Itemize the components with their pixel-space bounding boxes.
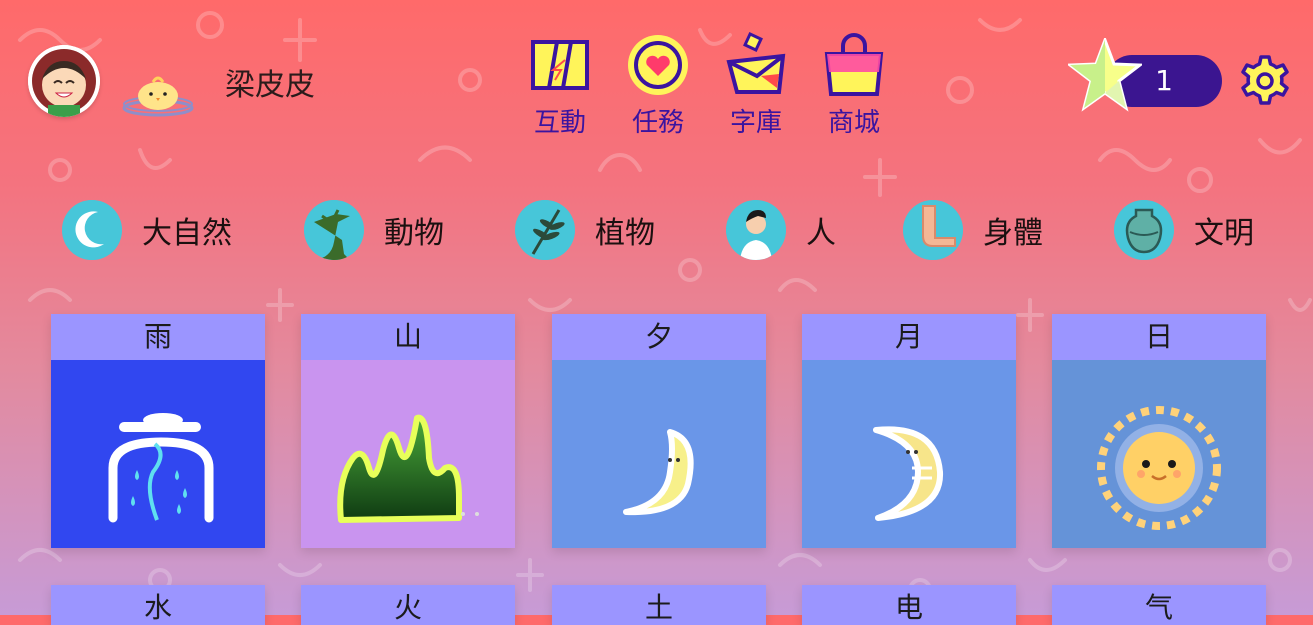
- nav-word-library-label: 字庫: [729, 108, 782, 138]
- card-character: 电: [802, 585, 1016, 625]
- word-card-earth[interactable]: 土: [552, 585, 766, 625]
- word-card-sun[interactable]: 日: [1052, 314, 1266, 548]
- word-card-air[interactable]: 气: [1052, 585, 1266, 625]
- word-card-dusk[interactable]: 夕: [552, 314, 766, 548]
- vase-icon: [1114, 200, 1174, 260]
- pet-chick-icon[interactable]: [120, 70, 196, 118]
- nav-task[interactable]: 任務: [618, 32, 698, 139]
- word-card-fire[interactable]: 火: [301, 585, 515, 625]
- settings-gear-button[interactable]: [1238, 54, 1292, 108]
- card-character: 水: [51, 585, 265, 625]
- card-character: 雨: [51, 314, 265, 360]
- category-civilization-label: 文明: [1194, 216, 1254, 251]
- nav-shop-label: 商城: [827, 108, 880, 138]
- category-people[interactable]: 人: [726, 200, 836, 260]
- category-body-label: 身體: [983, 216, 1043, 251]
- category-people-label: 人: [806, 216, 836, 251]
- card-character: 山: [301, 314, 515, 360]
- nav-shop[interactable]: 商城: [814, 32, 894, 139]
- interaction-icon: [531, 40, 589, 90]
- category-body[interactable]: 身體: [903, 200, 1043, 260]
- word-card-rain[interactable]: 雨: [51, 314, 265, 548]
- body-icon: [903, 200, 963, 260]
- plant-icon: [515, 200, 575, 260]
- nav-word-library[interactable]: 字庫: [716, 32, 796, 139]
- star-counter[interactable]: 1: [1068, 38, 1228, 112]
- star-icon: [1068, 38, 1142, 112]
- moon-icon: [62, 200, 122, 260]
- dinosaur-icon: [304, 200, 364, 260]
- category-plants-label: 植物: [595, 216, 655, 251]
- moon-icon: [873, 426, 944, 521]
- category-animals[interactable]: 動物: [304, 200, 444, 260]
- card-illustration: [51, 360, 265, 548]
- shop-icon: [824, 33, 884, 96]
- nav-interaction-label: 互動: [533, 108, 586, 138]
- nav-interaction[interactable]: 互動: [520, 32, 600, 139]
- card-character: 火: [301, 585, 515, 625]
- rain-icon: [108, 413, 214, 523]
- category-plants[interactable]: 植物: [515, 200, 655, 260]
- crescent-moon-icon: [623, 429, 694, 516]
- person-icon: [726, 200, 786, 260]
- card-character: 日: [1052, 314, 1266, 360]
- word-card-water[interactable]: 水: [51, 585, 265, 625]
- card-illustration: [1052, 360, 1266, 548]
- word-library-icon: [726, 32, 786, 94]
- sun-icon: [1097, 406, 1221, 530]
- mountain-icon: [337, 414, 479, 523]
- category-civilization[interactable]: 文明: [1114, 200, 1254, 260]
- user-avatar[interactable]: [28, 45, 100, 117]
- card-character: 气: [1052, 585, 1266, 625]
- card-illustration: [552, 360, 766, 548]
- username: 梁皮皮: [225, 68, 315, 103]
- category-animals-label: 動物: [384, 216, 444, 251]
- category-nature[interactable]: 大自然: [62, 200, 232, 260]
- word-card-moon[interactable]: 月: [802, 314, 1016, 548]
- card-illustration: [301, 360, 515, 548]
- gear-icon: [1241, 55, 1289, 105]
- category-nature-label: 大自然: [142, 216, 232, 251]
- word-card-electricity[interactable]: 电: [802, 585, 1016, 625]
- word-card-mountain[interactable]: 山: [301, 314, 515, 548]
- card-character: 土: [552, 585, 766, 625]
- card-character: 月: [802, 314, 1016, 360]
- card-character: 夕: [552, 314, 766, 360]
- nav-task-label: 任務: [631, 108, 684, 138]
- card-illustration: [802, 360, 1016, 548]
- task-icon: [628, 35, 688, 95]
